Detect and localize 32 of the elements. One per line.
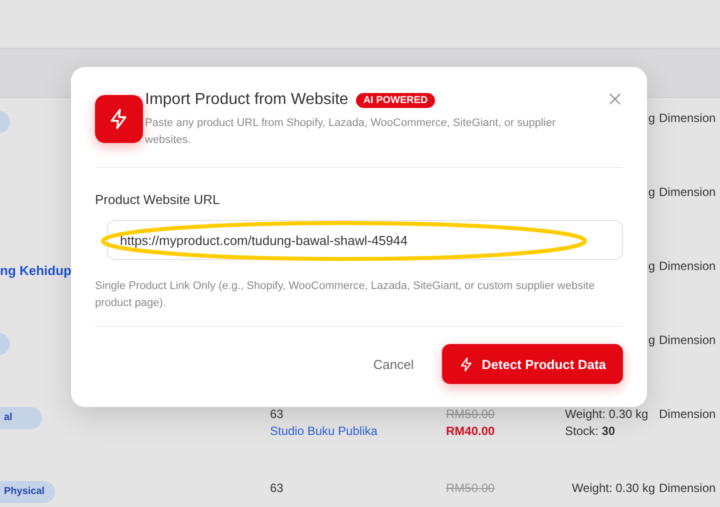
bolt-icon bbox=[458, 356, 474, 372]
original-price: RM50.00 bbox=[446, 481, 496, 495]
weight-text: g bbox=[648, 259, 655, 273]
weight-text: Weight: 0.30 kg bbox=[572, 481, 655, 495]
weight-text: g bbox=[648, 185, 655, 199]
field-label: Product Website URL bbox=[95, 192, 221, 207]
helper-text: Single Product Link Only (e.g., Shopify, WooCommerce, Lazada, SiteGiant, or custom supplier website product page). bbox=[95, 278, 623, 327]
dialog-title: Import Product from Website bbox=[145, 91, 348, 109]
close-icon bbox=[609, 93, 621, 105]
dimension-label: Dimension bbox=[659, 333, 717, 347]
detect-button[interactable]: Detect Product Data bbox=[442, 344, 623, 384]
weight-text: Weight: 0.30 kg bbox=[565, 407, 648, 421]
account-id: 63 bbox=[270, 407, 284, 421]
type-tag: Physical bbox=[0, 481, 55, 503]
sale-price: RM40.00 bbox=[446, 424, 496, 438]
dialog-description: Paste any product URL from Shopify, Lazada, WooCommerce, SiteGiant, or supplier websites. bbox=[145, 116, 557, 148]
cancel-button[interactable]: Cancel bbox=[373, 350, 414, 378]
close-button[interactable] bbox=[607, 91, 623, 107]
product-name[interactable]: ng Kehidup bbox=[0, 262, 72, 278]
dimension-label: Dimension bbox=[659, 259, 717, 273]
ai-badge: AI POWERED bbox=[356, 92, 435, 108]
original-price: RM50.00 bbox=[446, 407, 496, 421]
account-id: 63 bbox=[270, 481, 284, 495]
type-tag: al bbox=[0, 407, 42, 429]
stock-text: Stock: 30 bbox=[565, 424, 616, 438]
dimension-label: Dimension bbox=[659, 481, 717, 495]
account-link[interactable]: Studio Buku Publika bbox=[270, 424, 446, 438]
weight-text: g bbox=[648, 333, 655, 347]
dimension-label: Dimension bbox=[659, 407, 717, 421]
dimension-label: Dimension bbox=[659, 185, 717, 199]
dimension-label: Dimension bbox=[659, 111, 717, 125]
weight-text: g bbox=[648, 111, 655, 125]
